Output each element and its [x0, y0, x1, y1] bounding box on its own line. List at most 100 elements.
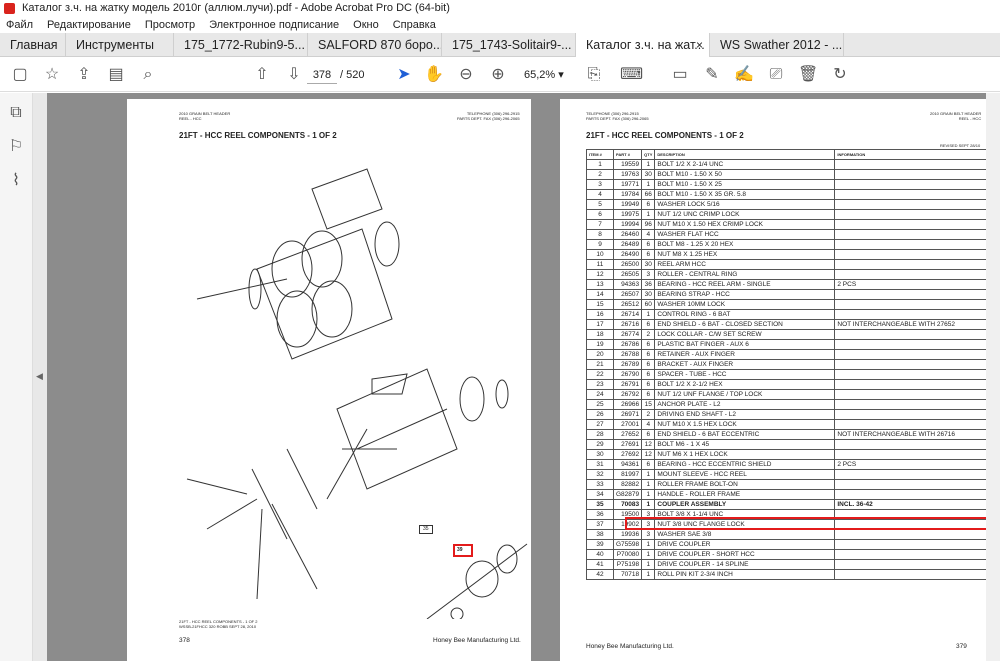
zoom-in-icon[interactable]: ⊕ — [488, 65, 508, 85]
menu-file[interactable]: Файл — [6, 17, 33, 33]
table-cell: 26790 — [612, 369, 643, 380]
table-cell — [834, 209, 989, 220]
table-cell: 4 — [641, 229, 656, 240]
pages-icon[interactable]: ⧉ — [6, 103, 26, 123]
table-cell: 7 — [586, 219, 614, 230]
attachment-icon[interactable]: ⌇ — [6, 171, 26, 191]
table-cell: 19 — [586, 339, 614, 350]
table-cell: COUPLER ASSEMBLY — [654, 499, 836, 510]
menu-sign[interactable]: Электронное подписание — [209, 17, 339, 33]
page-total: / 520 — [340, 69, 365, 81]
zoom-select[interactable]: 65,2% ▾ — [524, 66, 564, 84]
table-cell: MOUNT SLEEVE - HCC REEL — [654, 469, 836, 480]
table-row: 16 26714 1 CONTROL RING - 6 BAT — [586, 309, 989, 320]
tab-tools[interactable]: Инструменты — [66, 33, 174, 57]
right-header-left: TELEPHONE (306) 296-2915 PARTS DEPT. FAX… — [586, 111, 649, 121]
delete-icon[interactable]: 🗑 — [798, 65, 818, 85]
table-cell: 1 — [641, 559, 656, 570]
tab-catalog-active[interactable]: Каталог з.ч. на жат... × — [576, 33, 710, 57]
tab-salford[interactable]: SALFORD 870 боро... — [308, 33, 442, 57]
save-icon[interactable]: ▢ — [10, 65, 30, 85]
table-cell — [834, 229, 989, 240]
table-cell — [834, 559, 989, 570]
table-cell: 15 — [641, 399, 656, 410]
table-row: 13 94363 36 BEARING - HCC REEL ARM - SINGLE… — [586, 279, 989, 290]
left-navigation-rail: ⧉ ⚐ ⌇ — [0, 93, 33, 661]
tab-solitair[interactable]: 175_1743-Solitair9-... — [442, 33, 576, 57]
table-cell — [834, 169, 989, 180]
table-cell: 38 — [586, 529, 614, 540]
comment-icon[interactable]: ▭ — [670, 65, 690, 85]
table-cell: 26505 — [612, 269, 643, 280]
page-up-icon[interactable]: ⇧ — [252, 65, 272, 85]
menu-help[interactable]: Справка — [393, 17, 436, 33]
rotate-icon[interactable]: ↻ — [830, 65, 850, 85]
tab-home[interactable]: Главная — [0, 33, 66, 57]
table-cell: 26789 — [612, 359, 643, 370]
table-cell — [834, 269, 989, 280]
table-cell: ANCHOR PLATE - L2 — [654, 399, 836, 410]
table-cell — [834, 479, 989, 490]
print-icon[interactable]: ▤ — [106, 65, 126, 85]
close-icon[interactable]: × — [696, 33, 703, 57]
star-icon[interactable]: ☆ — [42, 65, 62, 85]
table-cell — [834, 249, 989, 260]
page-display-icon[interactable]: ⎘ — [584, 65, 604, 85]
table-cell — [834, 179, 989, 190]
table-cell: G82879 — [612, 489, 643, 500]
table-cell — [834, 219, 989, 230]
left-page-number: 378 — [179, 637, 190, 644]
left-header-right: TELEPHONE (306) 296-2915 PARTS DEPT. FAX… — [457, 111, 520, 121]
table-cell: 30 — [641, 259, 656, 270]
right-header-right: 2010 GRAIN BELT HEADER REEL - HCC — [930, 111, 982, 121]
panel-collapse-handle[interactable]: ◀ — [33, 93, 47, 661]
table-row: 42 70718 1 ROLL PIN KIT 2-3/4 INCH — [586, 569, 989, 580]
table-row: 6 19975 1 NUT 1/2 UNC CRIMP LOCK — [586, 209, 989, 220]
stamp-icon[interactable]: ⎚ — [766, 65, 786, 85]
pen-icon[interactable]: ✎ — [702, 65, 722, 85]
table-cell: CONTROL RING - 6 BAT — [654, 309, 836, 320]
bookmark-icon[interactable]: ⚐ — [6, 137, 26, 157]
table-cell: BOLT M6 - 1 X 45 — [654, 439, 836, 450]
table-cell: 16 — [586, 309, 614, 320]
table-cell: 27 — [586, 419, 614, 430]
table-cell: WASHER SAE 3/8 — [654, 529, 836, 540]
select-arrow-icon[interactable]: ➤ — [394, 65, 414, 85]
menu-view[interactable]: Просмотр — [145, 17, 195, 33]
page-number-input[interactable]: 378 — [307, 66, 337, 84]
pdf-page-right: TELEPHONE (306) 296-2915 PARTS DEPT. FAX… — [560, 99, 1000, 661]
zoom-out-icon[interactable]: ⊖ — [456, 65, 476, 85]
table-cell: 94363 — [612, 279, 643, 290]
table-cell: 19784 — [612, 189, 643, 200]
table-row: 21 26789 6 BRACKET - AUX FINGER — [586, 359, 989, 370]
search-icon[interactable]: ⌕ — [138, 65, 158, 85]
table-cell: 26791 — [612, 379, 643, 390]
menu-edit[interactable]: Редактирование — [47, 17, 131, 33]
sign-icon[interactable]: ✍ — [734, 65, 754, 85]
table-cell — [834, 399, 989, 410]
table-cell — [834, 449, 989, 460]
hand-icon[interactable]: ✋ — [424, 65, 444, 85]
table-cell: DRIVE COUPLER — [654, 539, 836, 550]
table-cell: 5 — [586, 199, 614, 210]
table-cell: PLASTIC BAT FINGER - AUX 6 — [654, 339, 836, 350]
table-row: 15 26512 60 WASHER 10MM LOCK — [586, 299, 989, 310]
vertical-scrollbar[interactable] — [986, 93, 1000, 661]
table-cell — [834, 199, 989, 210]
tab-ws-swather[interactable]: WS Swather 2012 - ... — [710, 33, 844, 57]
upload-icon[interactable]: ⇪ — [74, 65, 94, 85]
highlight-box-callout — [453, 544, 473, 557]
keyboard-icon[interactable]: ⌨ — [620, 65, 643, 85]
menu-window[interactable]: Окно — [353, 17, 379, 33]
table-row: 27 27001 4 NUT M10 X 1.5 HEX LOCK — [586, 419, 989, 430]
tab-catalog-label: Каталог з.ч. на жат... — [586, 38, 705, 52]
table-cell: 10 — [586, 249, 614, 260]
page-down-icon[interactable]: ⇩ — [284, 65, 304, 85]
table-cell: 13 — [586, 279, 614, 290]
table-cell: BOLT 1/2 X 2-1/4 UNC — [654, 159, 836, 170]
table-cell: NUT M8 X 1.25 HEX — [654, 249, 836, 260]
table-cell: 3 — [641, 529, 656, 540]
column-header: PART # — [612, 149, 643, 160]
tab-rubin[interactable]: 175_1772-Rubin9-5... — [174, 33, 308, 57]
table-cell: 1 — [586, 159, 614, 170]
